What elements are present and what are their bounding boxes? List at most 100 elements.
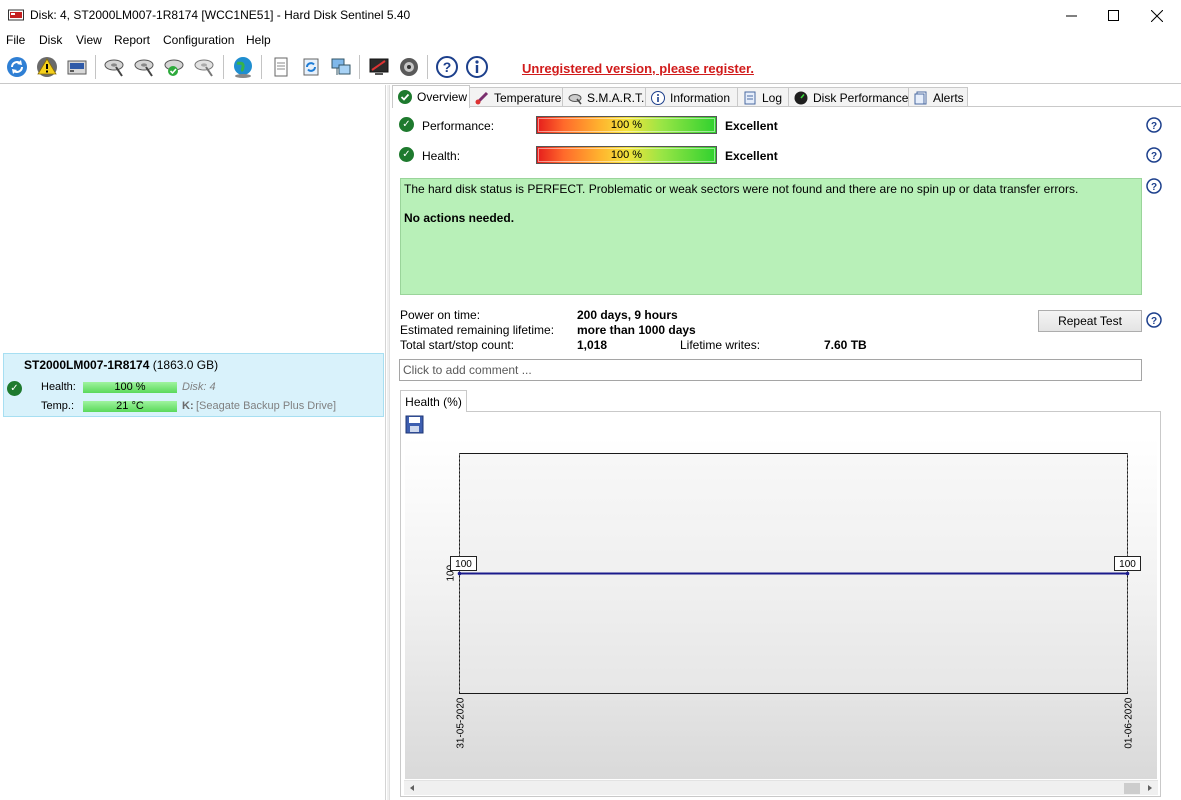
health-ok-icon: ✓ — [399, 147, 414, 162]
disk-tool-button-1[interactable] — [101, 53, 129, 81]
sound-button[interactable] — [395, 53, 423, 81]
tab-alerts-label: Alerts — [933, 90, 964, 105]
smart-probe-icon — [568, 91, 582, 105]
disk-list-panel: ST2000LM007-1R8174 (1863.0 GB) ✓ Health:… — [0, 85, 386, 800]
maximize-button[interactable] — [1090, 0, 1136, 31]
refresh-button[interactable] — [3, 53, 31, 81]
svg-text:?: ? — [1151, 182, 1157, 193]
tab-information-label: Information — [670, 90, 731, 105]
status-text: The hard disk status is PERFECT. Problem… — [404, 182, 1079, 196]
tab-disk-performance-label: Disk Performance — [813, 90, 909, 105]
data-point — [1125, 571, 1130, 576]
hdd-test-icon — [104, 59, 124, 77]
save-icon[interactable] — [405, 415, 424, 434]
menu-disk[interactable]: Disk — [39, 33, 62, 47]
data-point — [457, 571, 462, 576]
globe-icon — [234, 57, 252, 78]
tab-log[interactable]: Log — [737, 87, 789, 107]
disk-tool-button-3[interactable] — [161, 53, 189, 81]
status-description: The hard disk status is PERFECT. Problem… — [400, 178, 1142, 295]
sync-document-icon — [303, 58, 319, 76]
menu-help[interactable]: Help — [246, 33, 271, 47]
network-icon — [331, 58, 351, 75]
comment-input[interactable] — [399, 359, 1142, 381]
x-tick-label: 31-05-2020 — [456, 697, 467, 749]
tab-bar: Overview Temperature S.M.A.R.T. Informat… — [392, 85, 1181, 108]
disk-model: ST2000LM007-1R8174 — [24, 358, 150, 372]
register-link[interactable]: Unregistered version, please register. — [522, 61, 754, 76]
menu-view[interactable]: View — [76, 33, 102, 47]
repeat-test-button[interactable]: Repeat Test — [1038, 310, 1142, 332]
hdd-settings-icon — [194, 59, 214, 77]
log-document-icon — [743, 91, 757, 105]
close-icon — [1151, 9, 1163, 22]
writes-label: Lifetime writes: — [680, 338, 761, 352]
status-actions: No actions needed. — [404, 211, 515, 225]
tab-overview-label: Overview — [417, 90, 468, 104]
horizontal-scrollbar[interactable] — [404, 780, 1158, 795]
performance-rating: Excellent — [725, 119, 778, 133]
send-report-button[interactable] — [297, 53, 325, 81]
svg-text:?: ? — [1151, 151, 1157, 162]
tab-information[interactable]: Information — [645, 87, 738, 107]
tab-temperature-label: Temperature — [494, 90, 562, 105]
tab-overview[interactable]: Overview — [392, 85, 470, 108]
menu-report[interactable]: Report — [114, 33, 150, 47]
panel-splitter[interactable] — [387, 85, 390, 800]
health-help-icon[interactable]: ? — [1146, 147, 1162, 163]
info-icon — [651, 90, 665, 105]
tab-disk-performance[interactable]: Disk Performance — [788, 87, 909, 107]
check-icon — [398, 90, 412, 104]
disk-tool-button-2[interactable] — [131, 53, 159, 81]
menu-bar: File Disk View Report Configuration Help — [0, 31, 1181, 50]
document-icon — [274, 57, 288, 77]
tab-log-label: Log — [762, 90, 783, 105]
tab-divider — [392, 106, 1181, 107]
disk-report-button[interactable] — [63, 53, 91, 81]
minimize-button[interactable] — [1048, 0, 1094, 31]
disk-card-title: ST2000LM007-1R8174 (1863.0 GB) — [24, 358, 218, 372]
tab-health-chart[interactable]: Health (%) — [400, 390, 467, 412]
lifetime-label: Estimated remaining lifetime: — [400, 323, 555, 337]
report-button[interactable] — [267, 53, 295, 81]
status-help-icon[interactable]: ? — [1146, 178, 1162, 194]
toolbar-separator — [427, 55, 428, 79]
minimize-icon — [1065, 15, 1077, 17]
startstop-value: 1,018 — [577, 338, 608, 352]
menu-file[interactable]: File — [6, 33, 25, 47]
app-icon — [8, 9, 24, 21]
refresh-icon — [7, 57, 27, 77]
performance-help-icon[interactable]: ? — [1146, 117, 1162, 133]
disk-tool-button-4[interactable] — [191, 53, 219, 81]
speaker-icon — [400, 58, 418, 76]
network-button[interactable] — [327, 53, 355, 81]
close-button[interactable] — [1134, 0, 1180, 31]
tab-alerts[interactable]: Alerts — [908, 87, 968, 107]
toolbar-separator — [95, 55, 96, 79]
card-drive-letter: K: — [182, 400, 194, 412]
title-bar: Disk: 4, ST2000LM007-1R8174 [WCC1NE51] -… — [0, 0, 1181, 31]
card-drive-name: [Seagate Backup Plus Drive] — [196, 400, 337, 412]
scroll-right-icon — [1148, 785, 1152, 791]
speedometer-icon — [794, 91, 808, 105]
tab-temperature[interactable]: Temperature — [469, 87, 563, 107]
alert-button[interactable] — [33, 53, 61, 81]
card-disk-number: Disk: 4 — [182, 381, 216, 393]
health-rating: Excellent — [725, 149, 778, 163]
help-button[interactable]: ? — [433, 53, 461, 81]
repeat-help-icon[interactable]: ? — [1146, 312, 1162, 328]
scroll-arrows — [410, 783, 1152, 794]
card-health-label: Health: — [41, 381, 76, 393]
preferences-button[interactable] — [365, 53, 393, 81]
alerts-page-icon — [914, 91, 928, 105]
about-button[interactable] — [463, 53, 491, 81]
startstop-label: Total start/stop count: — [400, 338, 515, 352]
hdd-check-icon — [164, 59, 184, 76]
info-icon — [466, 56, 488, 78]
web-update-button[interactable] — [229, 53, 257, 81]
disk-card[interactable]: ST2000LM007-1R8174 (1863.0 GB) ✓ Health:… — [3, 353, 384, 417]
lifetime-value: more than 1000 days — [577, 323, 696, 337]
tab-smart[interactable]: S.M.A.R.T. — [562, 87, 646, 107]
maximize-icon — [1107, 10, 1119, 21]
menu-configuration[interactable]: Configuration — [163, 33, 234, 47]
